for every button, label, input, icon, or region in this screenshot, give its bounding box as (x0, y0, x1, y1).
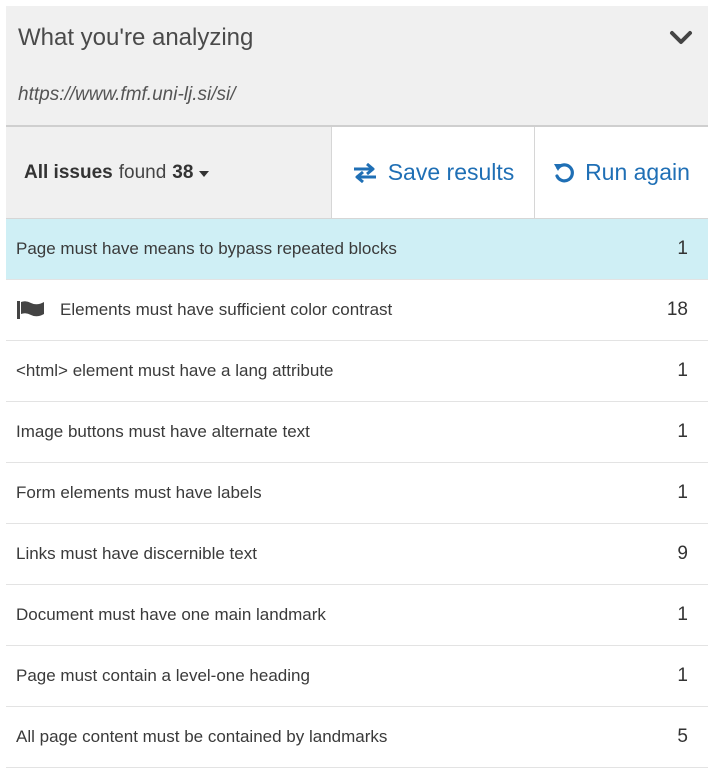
run-again-label: Run again (585, 159, 690, 185)
issue-row[interactable]: Page must contain a level-one heading 1 (6, 646, 708, 707)
issue-count: 18 (666, 299, 688, 320)
save-results-button[interactable]: Save results (332, 127, 535, 218)
issue-count: 1 (677, 604, 688, 625)
issues-filter-dropdown[interactable]: All issues found 38 (6, 127, 332, 218)
issue-row[interactable]: Form elements must have labels 1 (6, 463, 708, 524)
issue-list: Page must have means to bypass repeated … (6, 219, 708, 768)
analyzed-url: https://www.fmf.uni-lj.si/si/ (18, 84, 236, 105)
issue-count: 1 (677, 238, 688, 259)
swap-arrows-icon (353, 162, 376, 183)
analyzing-title: What you're analyzing (18, 24, 254, 51)
analysis-panel: What you're analyzing https://www.fmf.un… (6, 6, 708, 768)
issue-row[interactable]: Links must have discernible text 9 (6, 524, 708, 585)
issues-count: 38 (172, 161, 194, 183)
issue-label: Document must have one main landmark (16, 605, 326, 624)
issue-row[interactable]: Document must have one main landmark 1 (6, 585, 708, 646)
issue-label: Form elements must have labels (16, 483, 262, 502)
run-again-button[interactable]: Run again (535, 127, 708, 218)
save-results-label: Save results (387, 159, 515, 185)
issue-row[interactable]: Elements must have sufficient color cont… (6, 280, 708, 341)
issue-count: 1 (677, 360, 688, 381)
flag-icon (17, 301, 44, 319)
caret-down-icon (199, 170, 210, 177)
results-toolbar: All issues found 38 Save results Run aga… (6, 127, 708, 219)
issue-label: <html> element must have a lang attribut… (16, 361, 334, 380)
analyzing-header: What you're analyzing https://www.fmf.un… (6, 6, 708, 127)
rotate-icon (554, 162, 574, 182)
issues-filter-label: All issues (24, 161, 113, 183)
issue-count: 9 (677, 543, 688, 564)
issue-label: Page must have means to bypass repeated … (16, 239, 397, 258)
issue-count: 1 (677, 665, 688, 686)
issue-count: 5 (677, 726, 688, 747)
issue-row[interactable]: Page must have means to bypass repeated … (6, 219, 708, 280)
issue-label: Elements must have sufficient color cont… (60, 300, 393, 319)
issue-label: Image buttons must have alternate text (16, 422, 310, 441)
issue-label: Links must have discernible text (16, 544, 257, 563)
issue-label: All page content must be contained by la… (16, 727, 388, 746)
issue-count: 1 (677, 482, 688, 503)
issue-count: 1 (677, 421, 688, 442)
chevron-down-icon[interactable] (668, 28, 694, 48)
issue-row[interactable]: <html> element must have a lang attribut… (6, 341, 708, 402)
found-label: found (118, 161, 167, 183)
issue-row[interactable]: Image buttons must have alternate text 1 (6, 402, 708, 463)
issue-row[interactable]: All page content must be contained by la… (6, 707, 708, 768)
issue-label: Page must contain a level-one heading (16, 666, 310, 685)
